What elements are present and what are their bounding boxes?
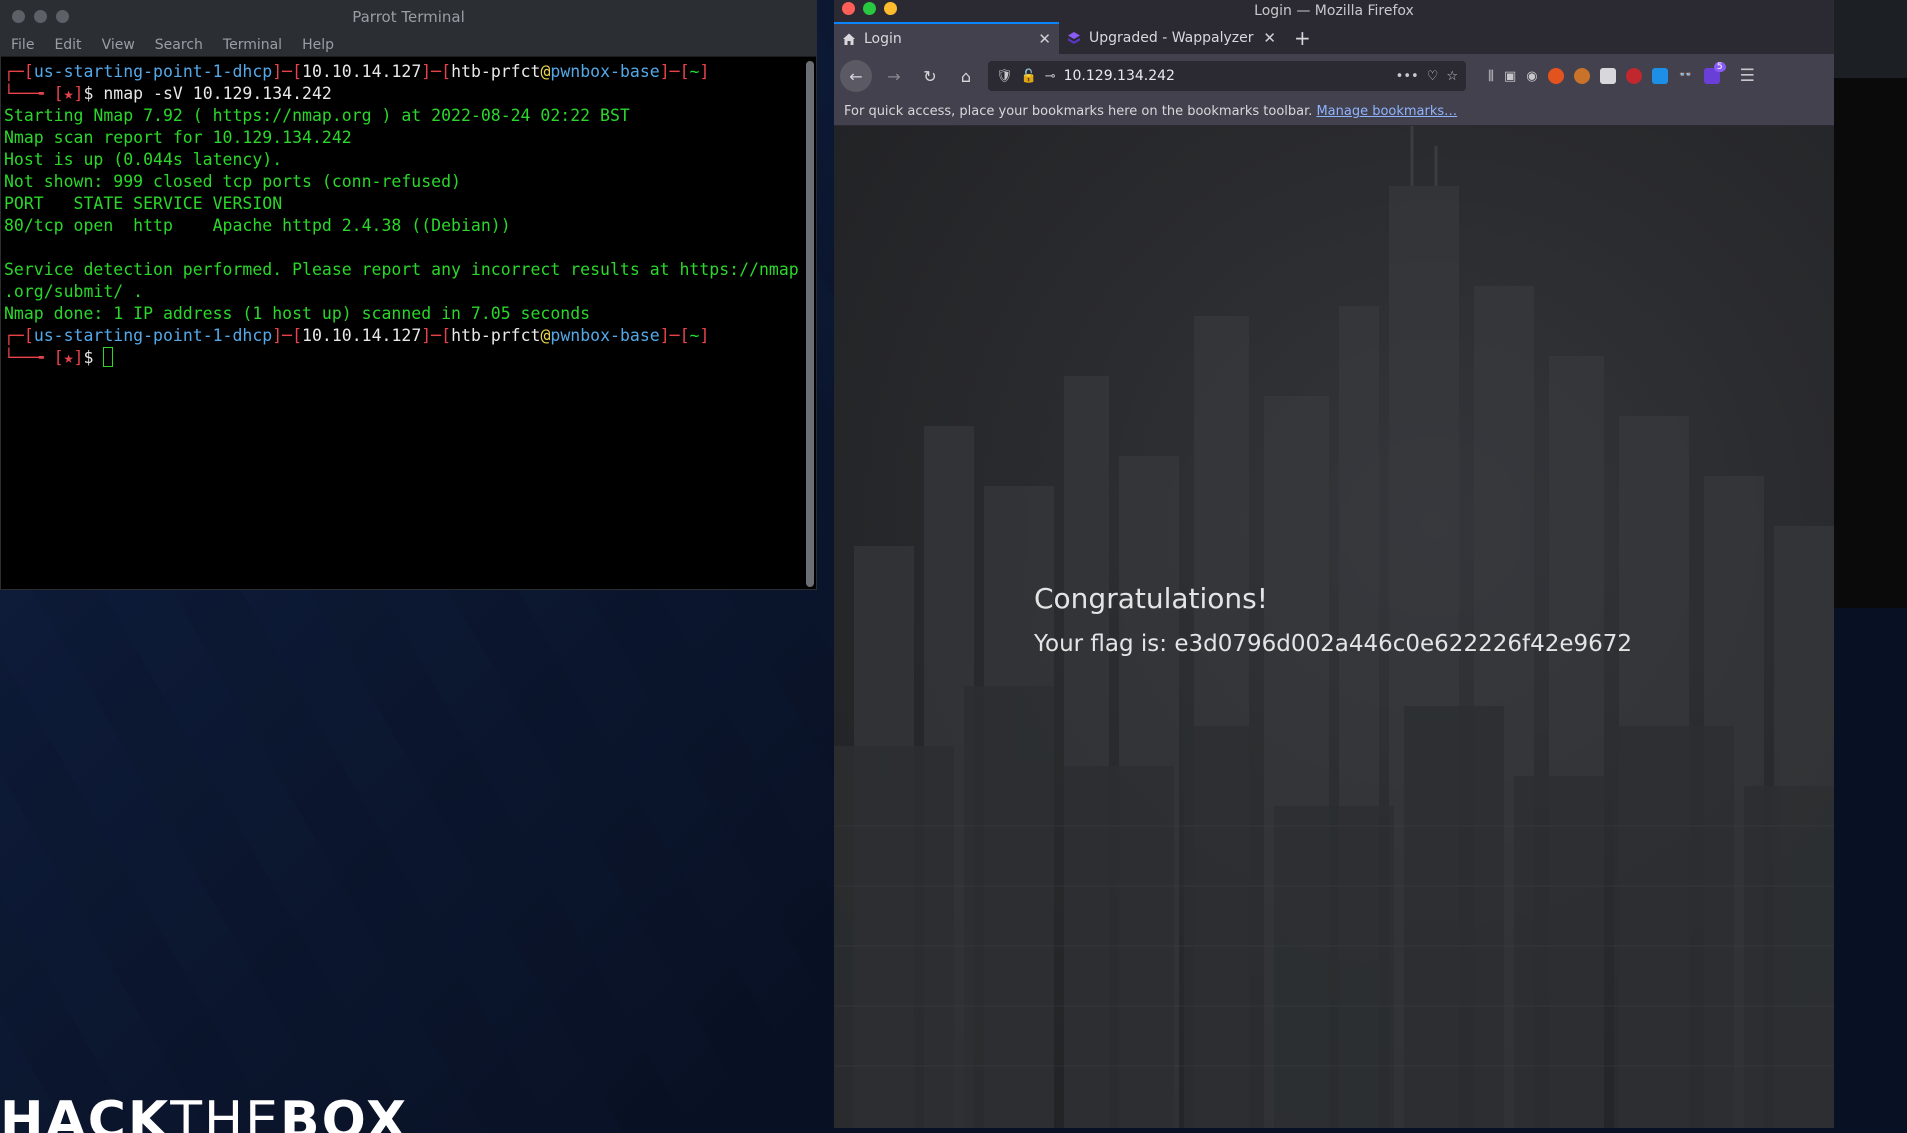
terminal-output[interactable]: ┌─[us-starting-point-1-dhcp]─[10.10.14.1…	[1, 59, 802, 589]
tab-strip: Login ✕ Upgraded - Wappalyzer ✕ +	[834, 22, 1834, 54]
firefox-window[interactable]: Login — Mozilla Firefox Login ✕ Upgraded…	[834, 0, 1834, 1128]
hackthebox-logo: HACKTHEBOX	[0, 1091, 409, 1133]
close-tab-icon[interactable]: ✕	[1263, 29, 1276, 47]
cookie-icon[interactable]	[1573, 68, 1590, 84]
tab-label: Upgraded - Wappalyzer	[1089, 30, 1254, 46]
bookmarks-hint: For quick access, place your bookmarks h…	[844, 104, 1313, 119]
new-tab-button[interactable]: +	[1284, 22, 1321, 54]
output-line: PORT STATE SERVICE VERSION	[4, 194, 283, 213]
key-icon[interactable]: ⊸	[1045, 69, 1056, 84]
reload-button[interactable]: ↻	[916, 62, 944, 90]
terminal-titlebar[interactable]: Parrot Terminal	[1, 1, 816, 33]
close-tab-icon[interactable]: ✕	[1038, 30, 1051, 48]
output-line: Nmap scan report for 10.129.134.242	[4, 128, 352, 147]
ublock-icon[interactable]	[1625, 68, 1642, 84]
tab-login[interactable]: Login ✕	[834, 22, 1059, 54]
output-line: ​	[4, 237, 799, 259]
maximize-icon[interactable]	[56, 10, 69, 23]
output-line: Service detection performed. Please repo…	[4, 260, 799, 279]
command-line: └──╼ [★]$ nmap -sV 10.129.134.242	[4, 84, 332, 103]
minimize-icon[interactable]	[884, 2, 897, 15]
output-line: Host is up (0.044s latency).	[4, 150, 283, 169]
s-extension-icon[interactable]	[1651, 68, 1668, 84]
home-button[interactable]: ⌂	[952, 62, 980, 90]
bookmarks-toolbar: For quick access, place your bookmarks h…	[834, 98, 1834, 126]
output-line: Nmap done: 1 IP address (1 host up) scan…	[4, 304, 591, 323]
hacktools-icon[interactable]	[1599, 68, 1616, 84]
home-icon	[842, 32, 856, 46]
tab-wappalyzer[interactable]: Upgraded - Wappalyzer ✕	[1059, 22, 1284, 54]
menu-view[interactable]: View	[102, 37, 135, 53]
active-prompt-line[interactable]: └──╼ [★]$	[4, 347, 799, 369]
close-icon[interactable]	[842, 2, 855, 15]
account-icon[interactable]: ◉	[1526, 69, 1537, 84]
page-heading: Congratulations!	[1034, 582, 1268, 615]
foxyproxy-icon[interactable]	[1547, 68, 1564, 84]
back-button[interactable]: ←	[840, 60, 872, 92]
terminal-menubar: File Edit View Search Terminal Help	[1, 33, 816, 57]
menu-search[interactable]: Search	[155, 37, 203, 53]
minimize-icon[interactable]	[34, 10, 47, 23]
library-icon[interactable]: ⫼	[1488, 69, 1494, 84]
terminal-cursor	[103, 347, 114, 367]
prompt-line: ┌─[us-starting-point-1-dhcp]─[10.10.14.1…	[4, 326, 710, 345]
url-text[interactable]: 10.129.134.242	[1064, 68, 1388, 84]
window-title: Login — Mozilla Firefox	[1254, 3, 1414, 19]
menu-help[interactable]: Help	[302, 37, 334, 53]
output-line: 80/tcp open http Apache httpd 2.4.38 ((D…	[4, 216, 511, 235]
bookmark-star-icon[interactable]: ☆	[1446, 69, 1458, 84]
extension-badge: 5	[1713, 62, 1726, 72]
forward-button[interactable]: →	[880, 62, 908, 90]
firefox-titlebar[interactable]: Login — Mozilla Firefox	[834, 0, 1834, 22]
page-content: Congratulations! Your flag is: e3d0796d0…	[834, 126, 1834, 1128]
terminal-title: Parrot Terminal	[352, 8, 465, 26]
terminal-window[interactable]: Parrot Terminal File Edit View Search Te…	[0, 0, 817, 590]
output-line: Starting Nmap 7.92 ( https://nmap.org ) …	[4, 106, 630, 125]
manage-bookmarks-link[interactable]: Manage bookmarks…	[1316, 104, 1457, 119]
maximize-icon[interactable]	[863, 2, 876, 15]
output-line: Not shown: 999 closed tcp ports (conn-re…	[4, 172, 461, 191]
wappalyzer-icon	[1067, 31, 1081, 45]
insecure-lock-icon[interactable]: 🔓	[1021, 69, 1037, 84]
navigation-toolbar: ← → ↻ ⌂ 🛡 🔓 ⊸ 10.129.134.242 ••• ♡ ☆ ⫼ ▣…	[834, 54, 1834, 98]
close-icon[interactable]	[12, 10, 25, 23]
pocket-icon[interactable]: ♡	[1427, 69, 1439, 84]
menu-icon[interactable]: ☰	[1740, 66, 1755, 86]
congrats-message: Congratulations! Your flag is: e3d0796d0…	[1034, 582, 1632, 657]
menu-file[interactable]: File	[11, 37, 34, 53]
prompt-line: ┌─[us-starting-point-1-dhcp]─[10.10.14.1…	[4, 62, 710, 81]
terminal-scrollbar[interactable]	[806, 61, 814, 587]
wappalyzer-extension-icon[interactable]: 5	[1703, 62, 1726, 84]
tab-label: Login	[864, 31, 902, 47]
extension-icons: ⫼ ▣ ◉ 👓 5 ☰	[1488, 62, 1755, 86]
output-line: .org/submit/ .	[4, 282, 144, 301]
background-window[interactable]	[1830, 0, 1907, 608]
shield-icon[interactable]: 🛡	[996, 69, 1013, 84]
menu-edit[interactable]: Edit	[54, 37, 81, 53]
glasses-icon[interactable]: 👓	[1677, 68, 1694, 84]
flag-text: Your flag is: e3d0796d002a446c0e622226f4…	[1034, 631, 1633, 657]
url-bar[interactable]: 🛡 🔓 ⊸ 10.129.134.242 ••• ♡ ☆	[988, 61, 1466, 91]
menu-terminal[interactable]: Terminal	[223, 37, 282, 53]
sidebar-icon[interactable]: ▣	[1504, 69, 1516, 84]
page-actions-icon[interactable]: •••	[1396, 69, 1419, 84]
